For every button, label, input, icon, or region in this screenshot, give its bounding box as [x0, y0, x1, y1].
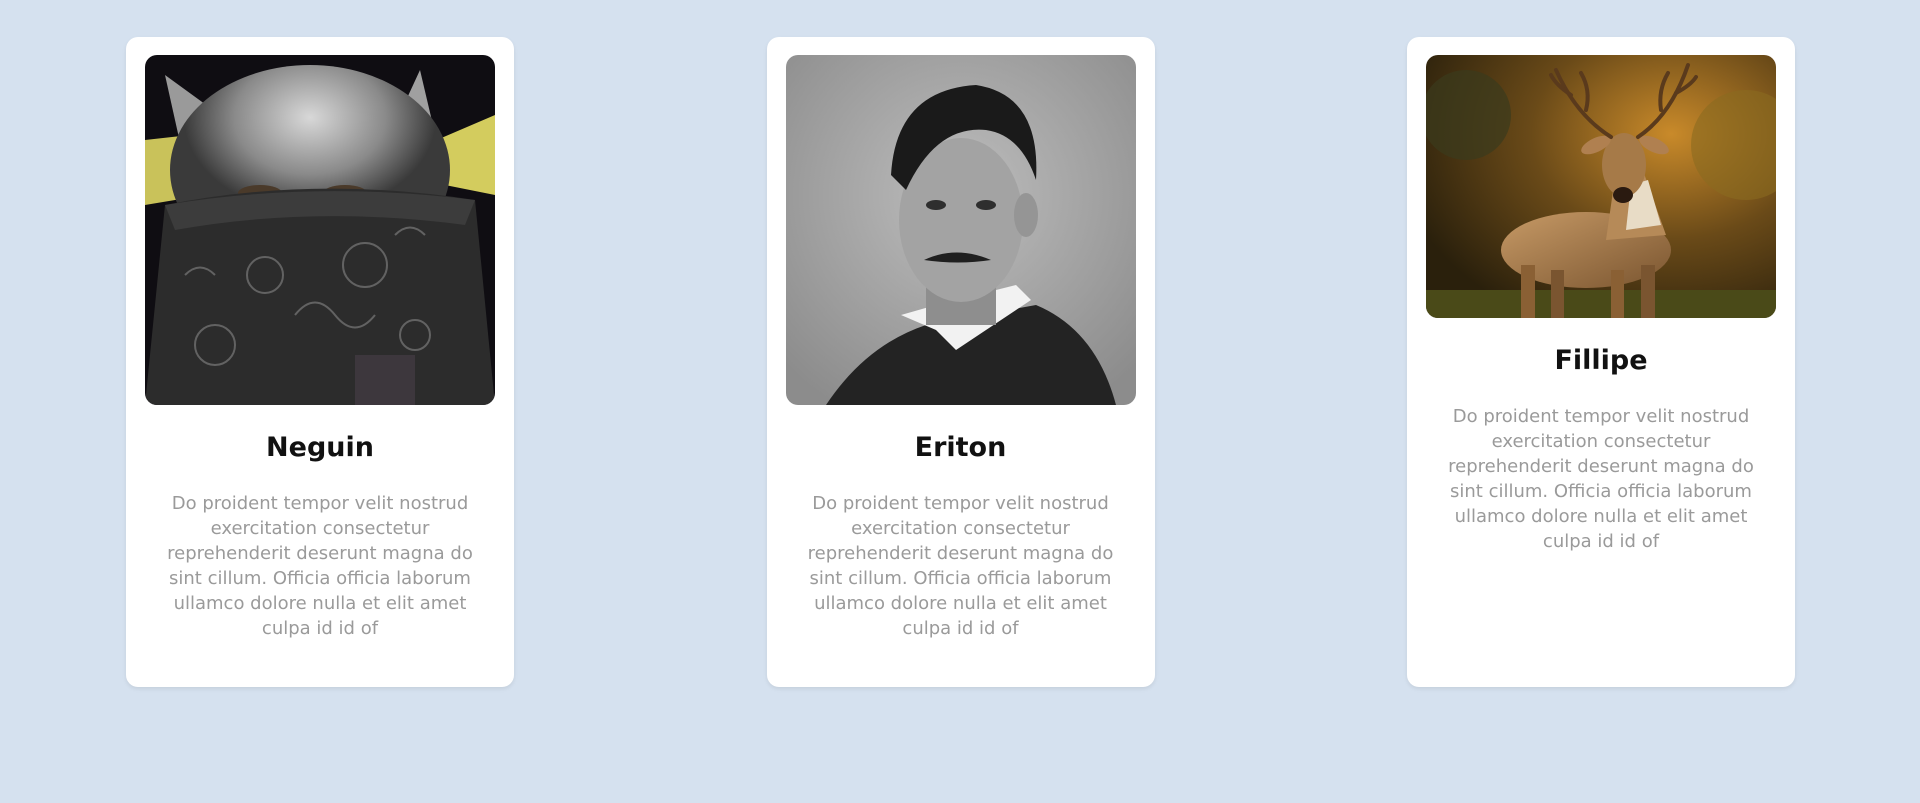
profile-card-neguin: Neguin Do proident tempor velit nostrud … [126, 37, 514, 687]
card-description: Do proident tempor velit nostrud exercit… [807, 493, 1114, 639]
card-description: Do proident tempor velit nostrud exercit… [167, 493, 473, 639]
vintage-portrait-photo [785, 55, 1136, 405]
deer-photo [1426, 55, 1776, 318]
card-name: Eriton [914, 432, 1007, 463]
card-name: Fillipe [1554, 345, 1648, 376]
card-list: Neguin Do proident tempor velit nostrud … [126, 37, 1795, 687]
card-description: Do proident tempor velit nostrud exercit… [1448, 406, 1754, 552]
masked-cat-photo [145, 55, 495, 405]
profile-card-eriton: Eriton Do proident tempor velit nostrud … [766, 37, 1155, 687]
card-name: Neguin [266, 432, 374, 463]
profile-card-fillipe: Fillipe Do proident tempor velit nostrud… [1407, 37, 1795, 687]
